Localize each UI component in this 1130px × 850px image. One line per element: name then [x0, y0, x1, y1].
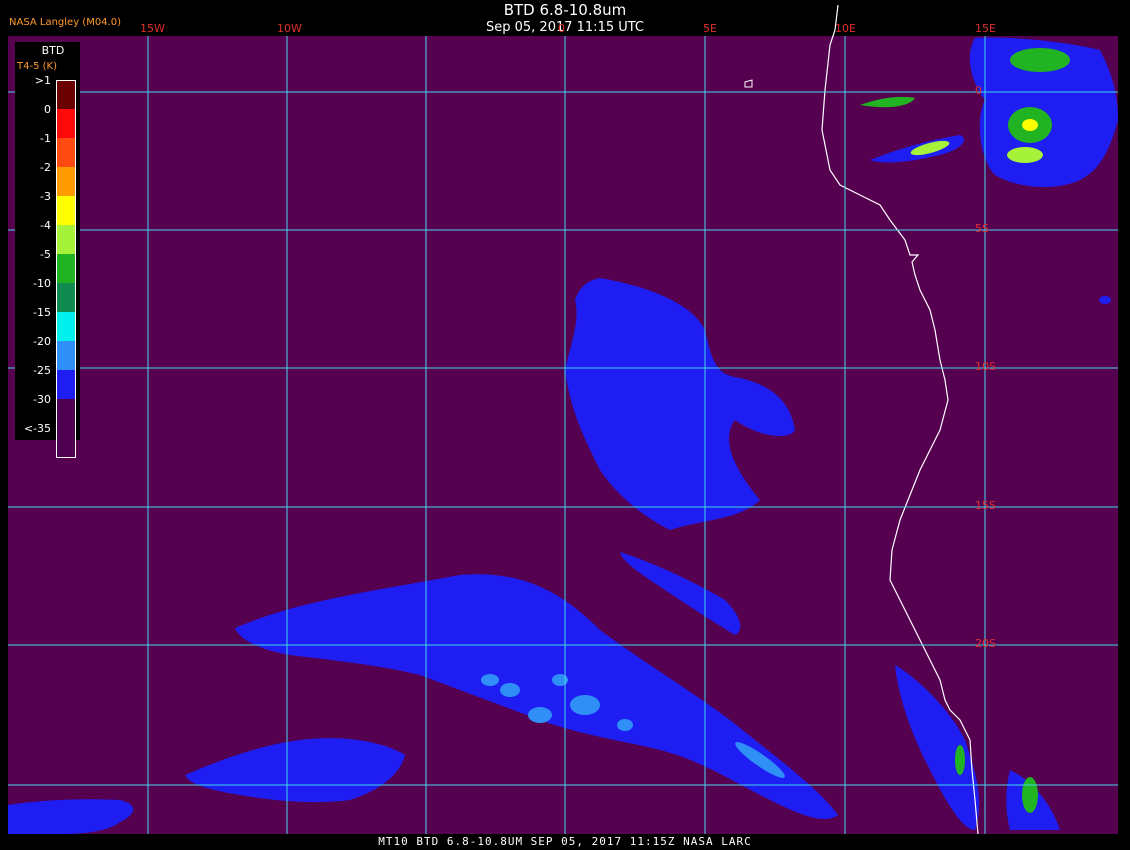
- legend-label: -2: [40, 161, 51, 174]
- legend-swatch: [56, 341, 76, 370]
- lat-label-20s: 20S: [975, 637, 996, 650]
- legend-label: -10: [33, 277, 51, 290]
- lat-label-0: 0: [975, 84, 982, 97]
- legend-label: -1: [40, 132, 51, 145]
- legend-label: >1: [34, 74, 51, 87]
- legend-label: -4: [40, 219, 51, 232]
- lon-label-10e: 10E: [835, 22, 856, 35]
- footer-caption: MT10 BTD 6.8-10.8UM SEP 05, 2017 11:15Z …: [0, 834, 1130, 850]
- legend-swatch: [56, 283, 76, 312]
- producer-credit: NASA Langley (M04.0): [9, 17, 121, 28]
- btd-map: [8, 4, 1118, 835]
- lat-label-15s: 15S: [975, 499, 996, 512]
- legend-label: -3: [40, 190, 51, 203]
- lon-label-0: 0: [558, 22, 565, 35]
- map-title: BTD 6.8-10.8um: [503, 1, 627, 19]
- map-timestamp: Sep 05, 2017 11:15 UTC: [485, 20, 645, 35]
- legend-label: -30: [33, 393, 51, 406]
- legend-label: -15: [33, 306, 51, 319]
- legend-swatch: [56, 109, 76, 138]
- legend-swatch: [56, 225, 76, 254]
- lat-label-5s: 5S: [975, 222, 989, 235]
- legend-title: BTD: [41, 44, 65, 57]
- lat-label-10s: 10S: [975, 360, 996, 373]
- legend-label: -5: [40, 248, 51, 261]
- legend-swatch: [56, 312, 76, 341]
- cloud-east-speck: [1099, 296, 1111, 304]
- legend-swatch: [56, 428, 76, 458]
- legend-swatch: [56, 167, 76, 196]
- lon-label-15w: 15W: [140, 22, 165, 35]
- legend-label: <-35: [23, 422, 51, 435]
- lon-label-5e: 5E: [703, 22, 717, 35]
- legend-swatch: [56, 196, 76, 225]
- legend-swatch: [56, 80, 76, 110]
- lon-label-10w: 10W: [277, 22, 302, 35]
- legend-swatch: [56, 254, 76, 283]
- legend-label: 0: [44, 103, 51, 116]
- legend-swatch: [56, 399, 76, 428]
- legend-label: -25: [33, 364, 51, 377]
- color-legend: BTD T4-5 (K) >1 0 -1 -2 -3 -4 -5 -10 -15 -20 -25 -3…: [15, 42, 80, 458]
- legend-swatch: [56, 370, 76, 399]
- legend-swatch: [56, 138, 76, 167]
- legend-label: -20: [33, 335, 51, 348]
- legend-subtitle: T4-5 (K): [17, 61, 57, 72]
- lon-label-15e: 15E: [975, 22, 996, 35]
